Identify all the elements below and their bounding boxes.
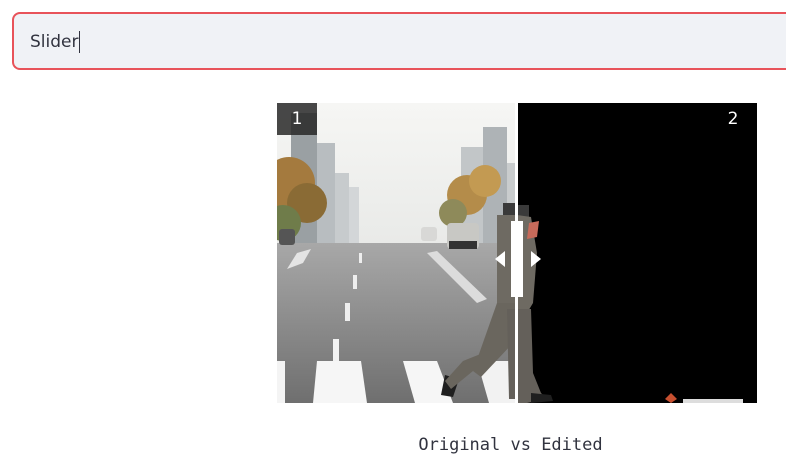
page: Slider 1 2 Original vs Edited <box>0 0 787 467</box>
triangle-left-icon[interactable] <box>495 251 505 267</box>
original-image: 1 <box>277 103 517 403</box>
triangle-right-icon[interactable] <box>531 251 541 267</box>
text-input-value: Slider <box>30 31 81 53</box>
right-image-label: 2 <box>727 109 739 129</box>
slider-handle[interactable] <box>511 221 523 297</box>
text-input[interactable]: Slider <box>12 12 786 70</box>
image-comparison-slider[interactable]: 1 2 <box>277 103 757 403</box>
left-image-label: 1 <box>277 103 317 135</box>
image-caption: Original vs Edited <box>418 435 603 455</box>
text-caret <box>79 31 81 53</box>
edited-image: 2 <box>517 103 757 403</box>
